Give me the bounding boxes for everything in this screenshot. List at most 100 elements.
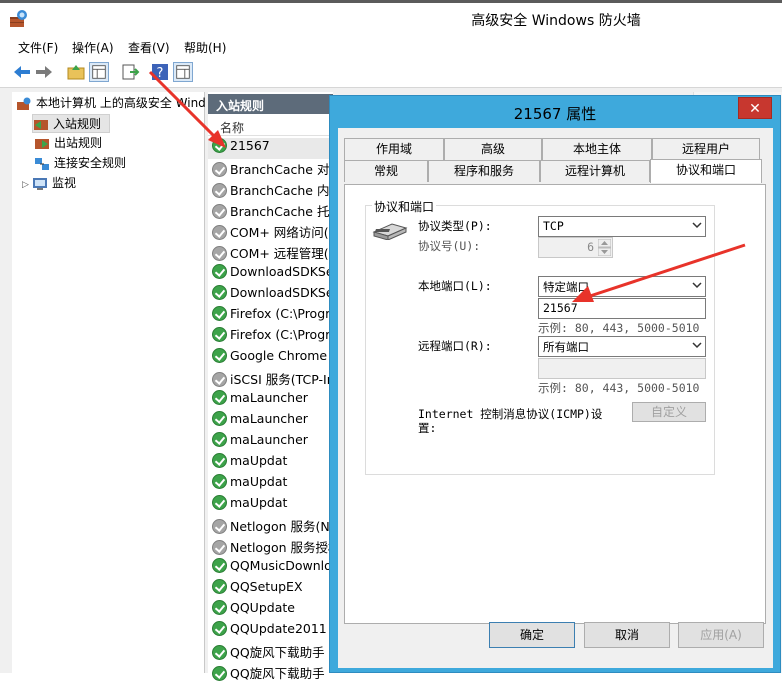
icmp-settings-label: Internet 控制消息协议(ICMP)设 <box>418 407 603 421</box>
title-bar: 高级安全 Windows 防火墙 <box>0 0 782 34</box>
menu-help[interactable]: 帮助(H) <box>184 39 226 56</box>
rule-row[interactable]: QQ旋风下载助手 <box>208 663 333 684</box>
rule-row[interactable]: QQUpdate <box>208 600 333 621</box>
local-port-mode: 特定端口 <box>543 280 589 294</box>
group-title: 协议和端口 <box>372 198 437 215</box>
svg-text:?: ? <box>157 66 164 81</box>
rule-row[interactable]: maLauncher <box>208 390 333 411</box>
remote-port-input <box>538 358 706 379</box>
tab-general[interactable]: 常规 <box>344 160 428 182</box>
tree-inbound-label: 入站规则 <box>53 117 102 131</box>
rule-row[interactable]: Netlogon 服务授权 <box>208 537 333 558</box>
rule-row[interactable]: BranchCache 对等 <box>208 159 333 180</box>
rule-row[interactable]: QQ旋风下载助手 <box>208 642 333 663</box>
tab-advanced[interactable]: 高级 <box>444 138 542 160</box>
protocol-number-field: 6 <box>538 237 613 258</box>
menu-bar: 文件(F) 操作(A) 查看(V) 帮助(H) <box>0 34 782 58</box>
rule-enabled-icon <box>212 390 227 405</box>
chevron-down-icon <box>692 222 702 229</box>
rule-row[interactable]: DownloadSDKSer <box>208 285 333 306</box>
rule-row[interactable]: maLauncher <box>208 411 333 432</box>
forward-arrow-icon[interactable] <box>34 62 54 82</box>
rule-row[interactable]: iSCSI 服务(TCP-In <box>208 369 333 390</box>
toolbar: ? <box>0 58 782 88</box>
rule-enabled-icon <box>212 264 227 279</box>
tree-root[interactable]: 本地计算机 上的高级安全 Wind <box>16 94 205 113</box>
rule-row[interactable]: BranchCache 托管 <box>208 201 333 222</box>
rule-enabled-icon <box>212 327 227 342</box>
tab-remote-users[interactable]: 远程用户 <box>652 138 760 160</box>
remote-port-select[interactable]: 所有端口 <box>538 336 706 357</box>
tab-programs-services[interactable]: 程序和服务 <box>428 160 540 182</box>
dialog-title: 21567 属性 <box>513 105 597 123</box>
rule-row[interactable]: QQMusicDownlo <box>208 558 333 579</box>
local-port-input[interactable]: 21567 <box>538 298 706 319</box>
rule-name: Firefox (C:\Progra <box>230 306 333 321</box>
rule-name: maUpdat <box>230 453 288 468</box>
tab-remote-computers[interactable]: 远程计算机 <box>540 160 650 182</box>
rule-row[interactable]: maUpdat <box>208 474 333 495</box>
list-header: 入站规则 <box>208 94 333 114</box>
rule-row[interactable]: maUpdat <box>208 453 333 474</box>
rule-row[interactable]: QQSetupEX <box>208 579 333 600</box>
menu-view[interactable]: 查看(V) <box>128 39 170 56</box>
rule-name: QQUpdate <box>230 600 295 615</box>
rule-disabled-icon <box>212 372 227 387</box>
protocol-number-label: 协议号(U): <box>418 239 481 253</box>
ok-button[interactable]: 确定 <box>489 622 575 648</box>
rule-row[interactable]: BranchCache 内容 <box>208 180 333 201</box>
tree-item-monitor[interactable]: ▷ 监视 <box>22 174 172 193</box>
tree-item-connection-security[interactable]: 连接安全规则 <box>34 154 194 173</box>
help-icon[interactable]: ? <box>150 62 170 82</box>
protocol-type-select[interactable]: TCP <box>538 216 706 237</box>
apply-button[interactable]: 应用(A) <box>678 622 764 648</box>
close-button[interactable]: ✕ <box>738 97 772 119</box>
network-cable-icon <box>372 223 408 240</box>
rule-row[interactable]: Firefox (C:\Progra <box>208 327 333 348</box>
rule-row[interactable]: COM+ 网络访问(D <box>208 222 333 243</box>
rule-name: Netlogon 服务授权 <box>230 540 333 555</box>
tab-local-principals[interactable]: 本地主体 <box>542 138 652 160</box>
chevron-down-icon <box>692 282 702 289</box>
expand-chevron-icon[interactable]: ▷ <box>22 180 32 190</box>
rule-row[interactable]: COM+ 远程管理(D <box>208 243 333 264</box>
rule-row[interactable]: Firefox (C:\Progra <box>208 306 333 327</box>
chevron-down-icon <box>692 342 702 349</box>
menu-file[interactable]: 文件(F) <box>18 39 58 56</box>
rule-row[interactable]: maLauncher <box>208 432 333 453</box>
cancel-button[interactable]: 取消 <box>584 622 670 648</box>
rule-row[interactable]: Google Chrome <box>208 348 333 369</box>
rule-row[interactable]: maUpdat <box>208 495 333 516</box>
rule-row[interactable]: QQUpdate2011 <box>208 621 333 642</box>
show-hide-action-pane-icon[interactable] <box>173 62 193 82</box>
rule-name: Google Chrome <box>230 348 328 363</box>
tab-protocols-ports[interactable]: 协议和端口 <box>650 159 762 183</box>
tab-scope[interactable]: 作用域 <box>344 138 444 160</box>
local-port-select[interactable]: 特定端口 <box>538 276 706 297</box>
local-port-label: 本地端口(L): <box>418 279 492 293</box>
icmp-settings-label-cont: 置: <box>418 421 437 435</box>
rule-name: COM+ 远程管理(D <box>230 246 333 261</box>
rules-list-pane: 入站规则 名称 21567 BranchCache 对等 BranchCache 内… <box>208 92 333 681</box>
rule-row[interactable]: 21567 <box>208 138 333 159</box>
export-list-icon[interactable] <box>120 62 140 82</box>
menu-action[interactable]: 操作(A) <box>72 39 114 56</box>
monitor-icon <box>33 177 47 190</box>
column-header-name[interactable]: 名称 <box>208 116 333 136</box>
up-folder-icon[interactable] <box>66 62 86 82</box>
tree-item-outbound[interactable]: 出站规则 <box>34 134 184 153</box>
rule-name: COM+ 网络访问(D <box>230 225 333 240</box>
rule-enabled-icon <box>212 558 227 573</box>
show-hide-tree-icon[interactable] <box>89 62 109 82</box>
protocols-ports-panel: 协议和端口 协议类型(P): TCP 协议号(U): 6 本地端口(L): 特定… <box>344 184 766 624</box>
customize-button[interactable]: 自定义 <box>632 402 706 422</box>
rule-row[interactable]: DownloadSDKSer <box>208 264 333 285</box>
rule-name: QQSetupEX <box>230 579 303 594</box>
rule-enabled-icon <box>212 306 227 321</box>
outbound-rules-icon <box>35 138 49 149</box>
protocols-ports-group: 协议和端口 协议类型(P): TCP 协议号(U): 6 本地端口(L): 特定… <box>365 198 715 475</box>
tree-item-inbound[interactable]: 入站规则 <box>32 114 110 133</box>
back-arrow-icon[interactable] <box>12 62 32 82</box>
rule-enabled-icon <box>212 645 227 660</box>
rule-row[interactable]: Netlogon 服务(N <box>208 516 333 537</box>
